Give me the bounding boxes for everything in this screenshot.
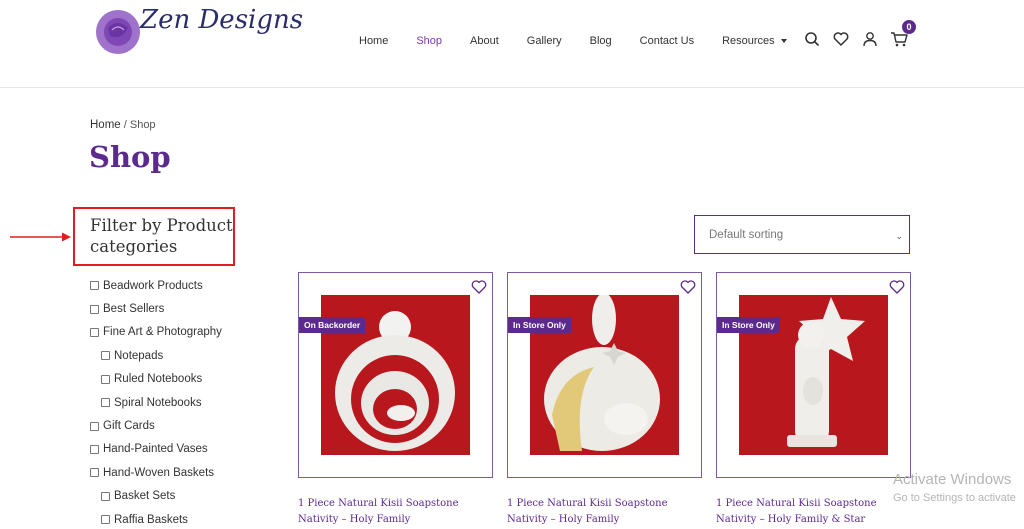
header-icons: 0 <box>803 20 919 48</box>
site-header: Zen Designs Home Shop About Gallery Blog… <box>0 0 1024 88</box>
checkbox[interactable] <box>101 374 110 384</box>
checkbox[interactable] <box>101 515 110 525</box>
caret-down-icon <box>780 39 787 43</box>
breadcrumb-home[interactable]: Home <box>90 119 121 131</box>
wishlist-heart-icon[interactable] <box>680 279 696 295</box>
cart-icon[interactable]: 0 <box>890 20 916 48</box>
checkbox[interactable] <box>90 444 99 454</box>
nav-resources[interactable]: Resources <box>722 35 787 47</box>
category-basket-sets[interactable]: Basket Sets <box>90 485 222 508</box>
sorting-select[interactable]: Default sorting ⌄ <box>694 215 910 254</box>
nav-shop[interactable]: Shop <box>416 35 442 47</box>
product-title-line: Nativity – Holy Family <box>298 514 411 525</box>
category-beadwork-products[interactable]: Beadwork Products <box>90 274 222 297</box>
checkbox[interactable] <box>90 327 99 337</box>
breadcrumb: Home / Shop <box>90 119 156 131</box>
checkbox[interactable] <box>101 491 110 501</box>
product-card[interactable]: In Store Only <box>507 272 702 478</box>
category-hand-painted-vases[interactable]: Hand-Painted Vases <box>90 438 222 461</box>
annotation-arrow-icon <box>10 232 71 242</box>
category-label: Best Sellers <box>103 303 165 316</box>
nav-contact-us[interactable]: Contact Us <box>640 35 694 47</box>
category-gift-cards[interactable]: Gift Cards <box>90 414 222 437</box>
category-label: Beadwork Products <box>103 279 203 292</box>
category-ruled-notebooks[interactable]: Ruled Notebooks <box>90 368 222 391</box>
category-filter-list: Beadwork Products Best Sellers Fine Art … <box>90 274 222 529</box>
checkbox[interactable] <box>90 468 99 478</box>
search-icon[interactable] <box>803 30 821 48</box>
status-badge: On Backorder <box>299 317 366 333</box>
product-card[interactable]: In Store Only <box>716 272 911 478</box>
nav-gallery[interactable]: Gallery <box>527 35 562 47</box>
checkbox[interactable] <box>101 398 110 408</box>
category-hand-woven-baskets[interactable]: Hand-Woven Baskets <box>90 461 222 484</box>
status-badge: In Store Only <box>508 317 571 333</box>
nav-blog[interactable]: Blog <box>590 35 612 47</box>
product-title-line: Nativity – Holy Family & Star <box>716 514 866 525</box>
filter-title: Filter by Product categories <box>90 216 233 256</box>
category-raffia-baskets[interactable]: Raffia Baskets <box>90 508 222 529</box>
checkbox[interactable] <box>90 421 99 431</box>
product-title-line: 1 Piece Natural Kisii Soapstone <box>716 498 877 509</box>
breadcrumb-separator: / <box>120 119 130 131</box>
checkbox[interactable] <box>90 281 99 291</box>
category-notepads[interactable]: Notepads <box>90 344 222 367</box>
category-label: Hand-Painted Vases <box>103 443 208 456</box>
category-best-sellers[interactable]: Best Sellers <box>90 297 222 320</box>
logo-text: Zen Designs <box>140 5 304 35</box>
product-title[interactable]: 1 Piece Natural Kisii Soapstone Nativity… <box>507 496 702 528</box>
main-nav: Home Shop About Gallery Blog Contact Us … <box>359 35 815 47</box>
product-title-line: 1 Piece Natural Kisii Soapstone <box>298 498 459 509</box>
category-label: Spiral Notebooks <box>114 396 202 409</box>
product-title-line: 1 Piece Natural Kisii Soapstone <box>507 498 668 509</box>
category-fine-art-photography[interactable]: Fine Art & Photography <box>90 321 222 344</box>
activation-watermark-subtitle: Go to Settings to activate <box>893 492 1016 504</box>
nav-about[interactable]: About <box>470 35 499 47</box>
sorting-selected-value: Default sorting <box>709 228 784 241</box>
category-label: Ruled Notebooks <box>114 373 203 386</box>
category-label: Gift Cards <box>103 420 155 433</box>
status-badge: In Store Only <box>717 317 780 333</box>
product-title[interactable]: 1 Piece Natural Kisii Soapstone Nativity… <box>716 496 911 528</box>
user-icon[interactable] <box>861 30 879 48</box>
category-label: Hand-Woven Baskets <box>103 466 215 479</box>
product-title-line: Nativity – Holy Family <box>507 514 620 525</box>
wishlist-heart-icon[interactable] <box>471 279 487 295</box>
category-label: Basket Sets <box>114 490 176 503</box>
chevron-down-icon: ⌄ <box>895 231 903 241</box>
wishlist-heart-icon[interactable] <box>832 30 850 48</box>
category-label: Fine Art & Photography <box>103 326 222 339</box>
category-label: Raffia Baskets <box>114 513 188 526</box>
category-label: Notepads <box>114 349 164 362</box>
page-title: Shop <box>89 140 171 174</box>
product-card[interactable]: On Backorder <box>298 272 493 478</box>
breadcrumb-current: Shop <box>129 119 156 131</box>
category-spiral-notebooks[interactable]: Spiral Notebooks <box>90 391 222 414</box>
checkbox[interactable] <box>101 351 110 361</box>
nav-home[interactable]: Home <box>359 35 388 47</box>
nav-resources-label: Resources <box>722 35 775 47</box>
activation-watermark-title: Activate Windows <box>893 471 1012 488</box>
wishlist-heart-icon[interactable] <box>889 279 905 295</box>
cart-count-badge: 0 <box>902 20 916 34</box>
product-title[interactable]: 1 Piece Natural Kisii Soapstone Nativity… <box>298 496 493 528</box>
checkbox[interactable] <box>90 304 99 314</box>
